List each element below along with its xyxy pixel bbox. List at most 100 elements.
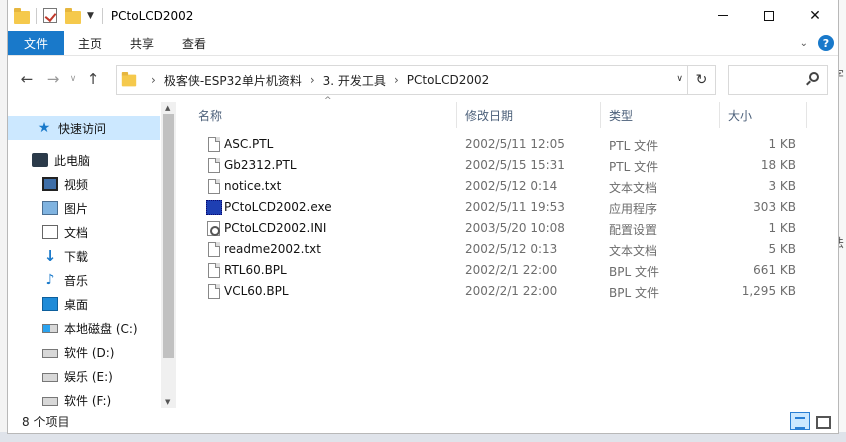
tab-view[interactable]: 查看 (168, 31, 220, 55)
file-icon (208, 284, 220, 299)
file-size: 18 KB (760, 158, 796, 172)
file-date: 2002/5/12 0:14 (465, 179, 558, 193)
breadcrumb-item[interactable]: 3. 开发工具 (323, 72, 386, 89)
settings-file-icon (207, 221, 220, 236)
file-type: BPL 文件 (609, 286, 659, 300)
maximize-button[interactable] (746, 0, 792, 31)
window-controls: ✕ (700, 0, 838, 31)
column-header-type[interactable]: 类型 (609, 102, 633, 128)
table-row[interactable]: notice.txt 2002/5/12 0:14 文本文档 3 KB (186, 176, 796, 197)
file-type: 配置设置 (609, 223, 658, 237)
file-type: 文本文档 (609, 181, 658, 195)
file-icon (208, 158, 220, 173)
sidebar-item-label: 娱乐 (E:) (64, 369, 113, 384)
sidebar-item-documents[interactable]: 文档 (8, 220, 160, 244)
file-size: 303 KB (753, 200, 796, 214)
file-date: 2002/5/12 0:13 (465, 242, 558, 256)
close-button[interactable]: ✕ (792, 0, 838, 31)
address-bar[interactable]: › 极客侠-ESP32单片机资料 › 3. 开发工具 › PCtoLCD2002… (116, 65, 716, 95)
main-area: ★ 快速访问 此电脑 视频 图片 文档 ↓ 下载 ♪ 音乐 桌面 本地磁盘 (C… (8, 96, 838, 408)
address-history-chevron-icon[interactable]: ∨ (676, 74, 683, 84)
sidebar-scrollbar[interactable]: ▲ ▼ (161, 102, 176, 408)
tab-file[interactable]: 文件 (8, 31, 65, 55)
breadcrumb-item[interactable]: PCtoLCD2002 (407, 73, 490, 87)
tab-share[interactable]: 共享 (116, 31, 168, 55)
folder-icon (121, 71, 137, 86)
new-folder-icon[interactable] (65, 7, 81, 24)
breadcrumb-chevron-icon[interactable]: › (394, 73, 399, 87)
sidebar-item-music[interactable]: ♪ 音乐 (8, 268, 160, 292)
ribbon-tabs: 文件 主页 共享 查看 ⌄ ? (8, 31, 838, 56)
scroll-down-arrow-icon[interactable]: ▼ (165, 398, 170, 406)
sidebar-item-label: 文档 (64, 225, 89, 240)
file-list: ^ 名称 修改日期 类型 大小 ASC.PTL 2002/5/11 12:05 … (186, 96, 814, 408)
search-input[interactable] (728, 65, 828, 95)
file-name: Gb2312.PTL (224, 158, 297, 172)
sidebar-item-downloads[interactable]: ↓ 下载 (8, 244, 160, 268)
table-row[interactable]: PCtoLCD2002.exe 2002/5/11 19:53 应用程序 303… (186, 197, 796, 218)
file-icon (208, 263, 220, 278)
item-count: 8 个项目 (22, 414, 70, 429)
table-row[interactable]: RTL60.BPL 2002/2/1 22:00 BPL 文件 661 KB (186, 260, 796, 281)
column-header-date[interactable]: 修改日期 (465, 102, 513, 128)
breadcrumb-chevron-icon[interactable]: › (151, 73, 156, 87)
customize-toolbar-chevron-icon[interactable]: ▼ (87, 11, 94, 21)
file-name: PCtoLCD2002.exe (224, 200, 332, 214)
tab-home[interactable]: 主页 (64, 31, 116, 55)
help-icon[interactable]: ? (818, 35, 834, 51)
details-view-icon[interactable] (790, 412, 810, 430)
text-file-icon (208, 242, 220, 257)
pictures-folder-icon (42, 201, 58, 215)
minimize-button[interactable] (700, 0, 746, 31)
file-name: VCL60.BPL (224, 284, 289, 298)
breadcrumb-item[interactable]: 极客侠-ESP32单片机资料 (164, 72, 302, 89)
up-arrow-icon[interactable]: ↑ (80, 70, 106, 88)
file-type: PTL 文件 (609, 139, 659, 153)
sidebar-item-quick-access[interactable]: ★ 快速访问 (8, 116, 160, 140)
application-icon (206, 200, 222, 215)
table-row[interactable]: readme2002.txt 2002/5/12 0:13 文本文档 5 KB (186, 239, 796, 260)
properties-icon[interactable] (43, 7, 59, 24)
scroll-up-arrow-icon[interactable]: ▲ (165, 104, 170, 112)
sidebar-item-desktop[interactable]: 桌面 (8, 292, 160, 316)
table-row[interactable]: PCtoLCD2002.INI 2003/5/20 10:08 配置设置 1 K… (186, 218, 796, 239)
status-bar: 8 个项目 (8, 408, 838, 433)
file-size: 5 KB (768, 242, 796, 256)
back-arrow-icon[interactable]: ← (14, 70, 40, 88)
recent-locations-chevron-icon[interactable]: ∨ (66, 74, 80, 84)
folder-icon[interactable] (14, 7, 30, 24)
expand-ribbon-chevron-icon[interactable]: ⌄ (800, 38, 808, 49)
forward-arrow-icon[interactable]: → (40, 70, 66, 88)
sidebar-item-drive-c[interactable]: 本地磁盘 (C:) (8, 316, 160, 340)
sidebar-item-drive-d[interactable]: 软件 (D:) (8, 340, 160, 364)
star-icon: ★ (37, 120, 51, 136)
file-name: notice.txt (224, 179, 282, 193)
column-header-name[interactable]: 名称 (198, 102, 222, 128)
sidebar-item-videos[interactable]: 视频 (8, 172, 160, 196)
file-size: 661 KB (753, 263, 796, 277)
file-name: readme2002.txt (224, 242, 321, 256)
sidebar-item-this-pc[interactable]: 此电脑 (8, 148, 160, 172)
sidebar-item-pictures[interactable]: 图片 (8, 196, 160, 220)
table-row[interactable]: Gb2312.PTL 2002/5/15 15:31 PTL 文件 18 KB (186, 155, 796, 176)
table-row[interactable]: ASC.PTL 2002/5/11 12:05 PTL 文件 1 KB (186, 134, 796, 155)
column-header-size[interactable]: 大小 (728, 102, 752, 128)
table-row[interactable]: VCL60.BPL 2002/2/1 22:00 BPL 文件 1,295 KB (186, 281, 796, 302)
minimize-icon (718, 15, 728, 16)
quick-access-toolbar: ▼ (8, 7, 109, 24)
desktop-icon (42, 297, 58, 311)
large-icons-view-icon[interactable] (812, 412, 832, 430)
sidebar-scrollbar-thumb[interactable] (163, 114, 174, 358)
file-name: ASC.PTL (224, 137, 274, 151)
sidebar-item-label: 音乐 (64, 273, 89, 288)
file-name: RTL60.BPL (224, 263, 287, 277)
drive-icon (42, 396, 58, 406)
breadcrumb-chevron-icon[interactable]: › (310, 73, 315, 87)
file-size: 3 KB (768, 179, 796, 193)
sidebar-item-label: 本地磁盘 (C:) (64, 321, 138, 336)
file-date: 2002/5/15 15:31 (465, 158, 565, 172)
sidebar-item-drive-e[interactable]: 娱乐 (E:) (8, 364, 160, 388)
documents-folder-icon (42, 225, 58, 239)
file-date: 2002/5/11 12:05 (465, 137, 565, 151)
refresh-icon[interactable]: ↻ (687, 66, 715, 94)
